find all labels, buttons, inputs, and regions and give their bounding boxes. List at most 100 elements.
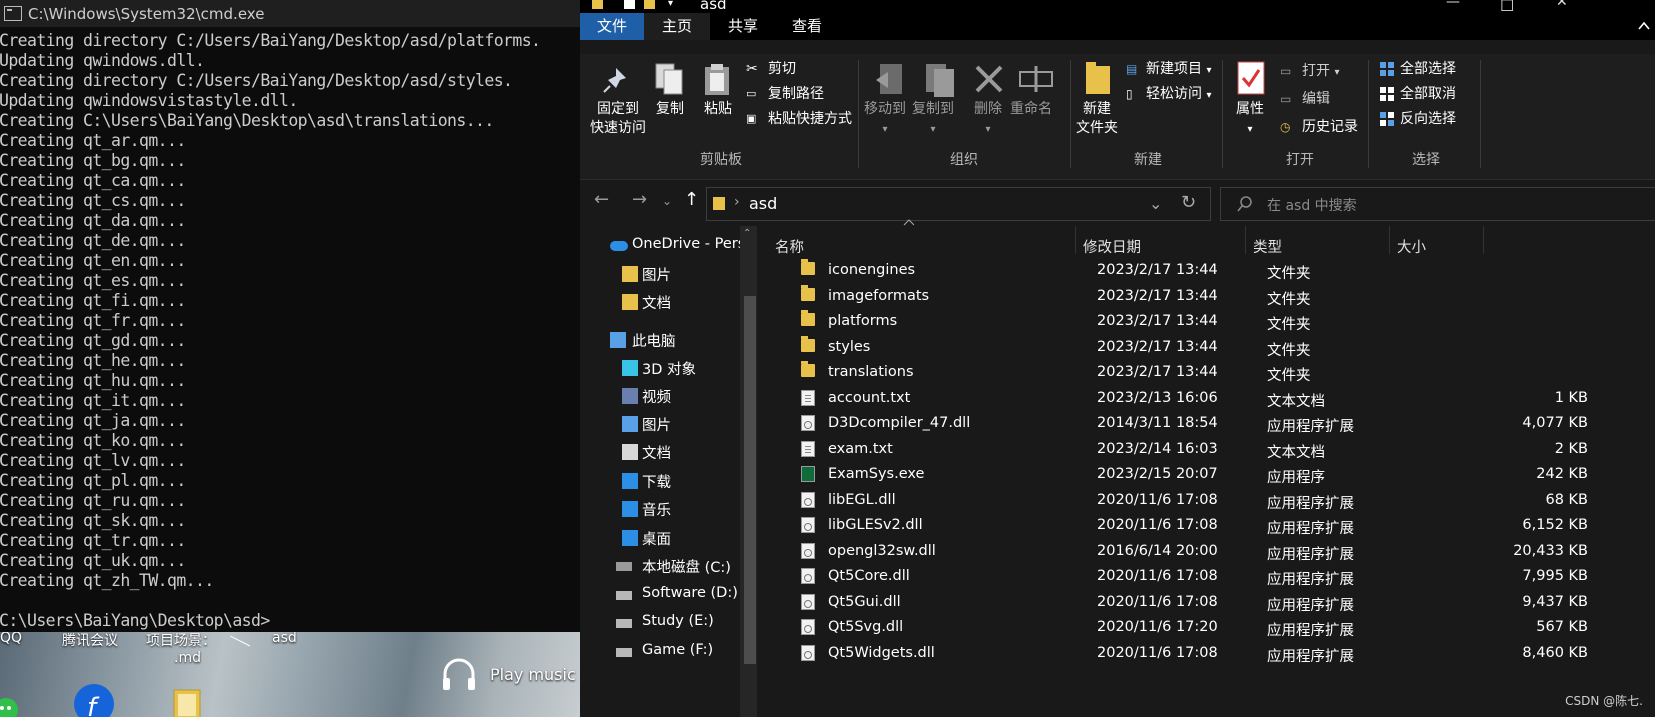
column-header-date[interactable]: 修改日期 (1083, 236, 1141, 257)
new-folder-button[interactable]: 新建 文件夹 (1076, 100, 1118, 138)
headphones-icon[interactable] (440, 656, 478, 694)
file-row[interactable]: imageformats 2023/2/17 13:44 文件夹 (765, 284, 1655, 310)
move-to-button[interactable]: 移动到 ▾ (864, 100, 906, 139)
nav-item[interactable]: OneDrive - Perso (632, 236, 754, 252)
file-row[interactable]: exam.txt 2023/2/14 16:03 文本文档 2 KB (765, 437, 1655, 463)
properties-button[interactable]: 属性 ▾ (1236, 100, 1264, 139)
copy-button[interactable]: 复制 (656, 100, 684, 119)
nav-item[interactable]: 视频 (642, 386, 671, 407)
nav-item[interactable]: 3D 对象 (642, 358, 696, 379)
wechat-icon[interactable] (0, 692, 22, 717)
back-arrow-icon[interactable]: ← (594, 189, 609, 210)
file-type: 文件夹 (1267, 317, 1311, 333)
qa-newfolder-icon[interactable] (644, 0, 655, 9)
file-row[interactable]: styles 2023/2/17 13:44 文件夹 (765, 335, 1655, 361)
forward-arrow-icon[interactable]: → (632, 189, 647, 210)
folder-shortcut-icon[interactable] (172, 686, 202, 717)
nav-item[interactable]: 文档 (642, 292, 671, 313)
file-row[interactable]: translations 2023/2/17 13:44 文件夹 (765, 360, 1655, 386)
nav-scrollbar-thumb[interactable] (744, 296, 756, 664)
nav-item[interactable]: Software (D:) (642, 585, 738, 601)
file-row[interactable]: platforms 2023/2/17 13:44 文件夹 (765, 309, 1655, 335)
file-row[interactable]: ExamSys.exe 2023/2/15 20:07 应用程序 242 KB (765, 462, 1655, 488)
file-row[interactable]: Qt5Widgets.dll 2020/11/6 17:08 应用程序扩展 8,460… (765, 641, 1655, 667)
nav-item[interactable]: 桌面 (642, 528, 671, 549)
address-bar[interactable]: › asd ⌄ ↻ (706, 187, 1211, 221)
file-row[interactable]: opengl32sw.dll 2016/6/14 20:00 应用程序扩展 20,43… (765, 539, 1655, 565)
recent-locations-icon[interactable]: ⌄ (662, 194, 672, 208)
cut-button[interactable]: 剪切 (768, 60, 796, 78)
address-dropdown-icon[interactable]: ⌄ (1149, 194, 1162, 213)
select-none-button[interactable]: 全部取消 (1400, 85, 1456, 103)
tab-share[interactable]: 共享 (712, 13, 774, 40)
column-separator[interactable] (1389, 226, 1390, 254)
column-separator[interactable] (1483, 226, 1484, 254)
tab-view[interactable]: 查看 (774, 13, 840, 40)
pin-quick-access-button[interactable]: 固定到 快速访问 (590, 100, 646, 138)
explorer-titlebar[interactable]: ▾ asd — ☐ ✕ (580, 0, 1655, 13)
rename-button[interactable]: 重命名 (1010, 100, 1052, 119)
nav-item[interactable]: 音乐 (642, 499, 671, 520)
file-size: 9,437 KB (1522, 593, 1588, 610)
nav-item[interactable]: 文档 (642, 442, 671, 463)
file-name: D3Dcompiler_47.dll (828, 415, 971, 431)
easy-access-button[interactable]: 轻松访问 ▾ (1146, 85, 1211, 105)
file-row[interactable]: libEGL.dll 2020/11/6 17:08 应用程序扩展 68 KB (765, 488, 1655, 514)
file-row[interactable]: Qt5Svg.dll 2020/11/6 17:20 应用程序扩展 567 KB (765, 615, 1655, 641)
cmd-titlebar[interactable]: C:\Windows\System32\cmd.exe (0, 0, 580, 27)
up-arrow-icon[interactable]: ↑ (684, 189, 699, 210)
copy-path-button[interactable]: 复制路径 (768, 85, 824, 103)
file-list[interactable]: 名称 修改日期 类型 大小 iconengines 2023/2/17 13:44… (765, 219, 1655, 717)
nav-item[interactable]: Game (F:) (642, 642, 713, 658)
paste-shortcut-button[interactable]: 粘贴快捷方式 (768, 110, 852, 128)
nav-item[interactable]: 此电脑 (632, 330, 676, 351)
play-music-label[interactable]: Play music (490, 665, 576, 684)
file-row[interactable]: Qt5Core.dll 2020/11/6 17:08 应用程序扩展 7,995 KB (765, 564, 1655, 590)
paste-button[interactable]: 粘贴 (704, 100, 732, 119)
invert-selection-button[interactable]: 反向选择 (1400, 110, 1456, 128)
minimize-icon[interactable]: — (1446, 0, 1460, 10)
column-header-size[interactable]: 大小 (1397, 236, 1426, 257)
feishu-icon[interactable]: f (72, 682, 116, 717)
nav-item[interactable]: 本地磁盘 (C:) (642, 556, 731, 577)
copy-to-button[interactable]: 复制到 ▾ (912, 100, 954, 139)
cmd-output[interactable]: Creating directory C:/Users/BaiYang/Desk… (0, 27, 580, 631)
column-separator[interactable] (1075, 226, 1076, 254)
nav-item[interactable]: 图片 (642, 414, 671, 435)
maximize-icon[interactable]: ☐ (1500, 0, 1514, 13)
file-row[interactable]: D3Dcompiler_47.dll 2014/3/11 18:54 应用程序扩展 4… (765, 411, 1655, 437)
file-row[interactable]: libGLESv2.dll 2020/11/6 17:08 应用程序扩展 6,152 … (765, 513, 1655, 539)
new-item-button[interactable]: 新建项目 ▾ (1146, 60, 1211, 80)
tab-home[interactable]: 主页 (644, 13, 710, 40)
file-date: 2020/11/6 17:20 (1097, 619, 1218, 635)
column-header-type[interactable]: 类型 (1253, 236, 1282, 257)
nav-item[interactable]: 下载 (642, 471, 671, 492)
nav-item[interactable]: 图片 (642, 264, 671, 285)
file-explorer-window[interactable]: ▾ asd — ☐ ✕ 文件 主页 共享 查看 固定到 快速访问 复制 粘贴 ✂… (580, 0, 1655, 717)
select-all-button[interactable]: 全部选择 (1400, 60, 1456, 78)
column-header-name[interactable]: 名称 (775, 236, 804, 257)
nav-item[interactable]: Study (E:) (642, 613, 714, 629)
file-row[interactable]: account.txt 2023/2/13 16:06 文本文档 1 KB (765, 386, 1655, 412)
edit-button[interactable]: 编辑 (1302, 90, 1330, 108)
open-button[interactable]: 打开 ▾ (1302, 62, 1339, 82)
music-icon (622, 501, 638, 517)
search-box[interactable]: 在 asd 中搜索 (1220, 187, 1655, 221)
collapse-ribbon-icon[interactable] (1637, 19, 1651, 33)
refresh-icon[interactable]: ↻ (1181, 192, 1196, 213)
file-row[interactable]: Qt5Gui.dll 2020/11/6 17:08 应用程序扩展 9,437 KB (765, 590, 1655, 616)
qa-dropdown-icon[interactable]: ▾ (668, 0, 673, 9)
scroll-up-icon[interactable]: ⌃ (743, 228, 751, 239)
qa-properties-icon[interactable] (624, 0, 635, 9)
file-row[interactable]: iconengines 2023/2/17 13:44 文件夹 (765, 258, 1655, 284)
tab-file[interactable]: 文件 (580, 13, 644, 40)
qa-folder-icon (592, 0, 603, 9)
history-button[interactable]: 历史记录 (1302, 118, 1358, 136)
drive-icon (616, 648, 632, 657)
delete-button[interactable]: 删除 ▾ (974, 100, 1002, 139)
column-separator[interactable] (1245, 226, 1246, 254)
cmd-window[interactable]: C:\Windows\System32\cmd.exe Creating dir… (0, 0, 580, 632)
breadcrumb-asd[interactable]: asd (749, 194, 777, 213)
navigation-pane[interactable]: OneDrive - Perso 图片 文档 此电脑 3D 对象 视频 图片 文档 下载 音乐 桌面… (580, 226, 757, 717)
close-icon[interactable]: ✕ (1556, 0, 1568, 10)
